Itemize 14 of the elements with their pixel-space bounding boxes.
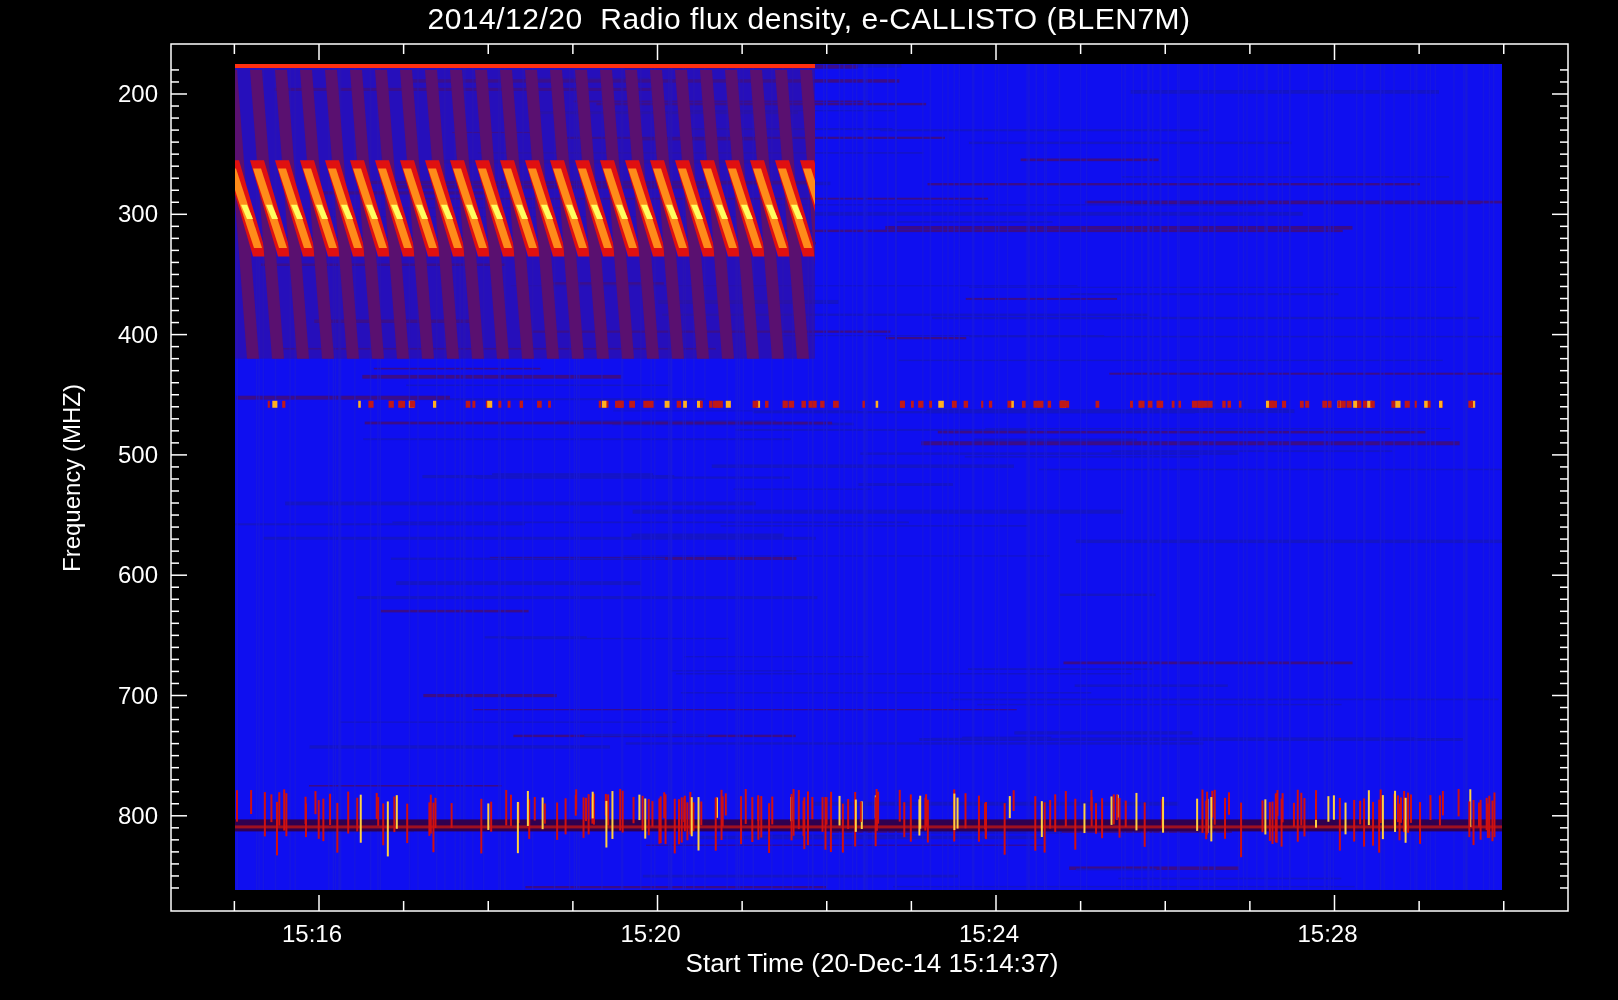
tick-label: 800 — [117, 803, 158, 828]
tick-label: 400 — [117, 322, 158, 347]
axis-title: Frequency (MHZ) — [60, 384, 84, 572]
tick-label: 15:16 — [282, 922, 343, 946]
tick-label: 15:28 — [1297, 922, 1358, 946]
tick-label: 300 — [117, 202, 158, 227]
chart-title: 2014/12/20 Radio flux density, e-CALLISTO (BLEN7M) — [426, 2, 1192, 36]
tick-label: 500 — [117, 442, 158, 467]
axis-title: Start Time (20-Dec-14 15:14:37) — [685, 948, 1059, 978]
tick-label: 15:20 — [620, 922, 681, 946]
tick-label: 15:24 — [959, 922, 1020, 946]
tick-label: 700 — [117, 683, 158, 708]
tick-label: 600 — [117, 563, 158, 588]
tick-label: 200 — [117, 82, 158, 106]
